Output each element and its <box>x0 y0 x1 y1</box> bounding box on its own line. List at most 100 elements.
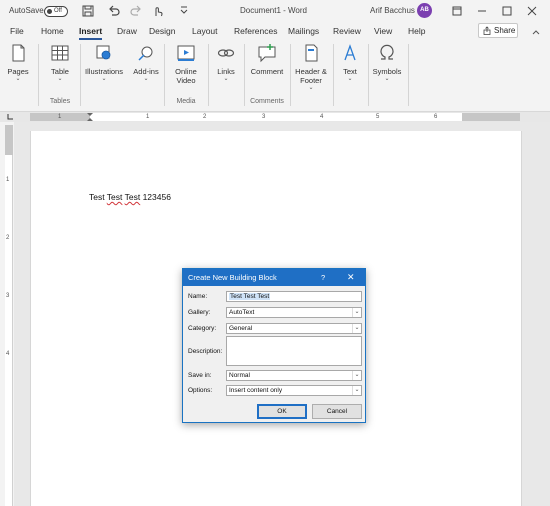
options-select[interactable]: Insert content only ⌄ <box>226 385 362 396</box>
gallery-value: AutoText <box>229 309 255 316</box>
comment-button[interactable]: Comment <box>248 42 286 98</box>
chevron-down-icon: ⌄ <box>352 371 361 380</box>
online-video-button[interactable]: Online Video <box>168 42 204 98</box>
user-name[interactable]: Arif Bacchus <box>370 0 415 22</box>
addins-icon <box>138 46 153 61</box>
tab-design[interactable]: Design <box>149 24 175 40</box>
header-footer-button[interactable]: Header & Footer ⌄ <box>293 42 329 98</box>
help-icon[interactable]: ? <box>321 269 325 286</box>
create-building-block-dialog: Create New Building Block ? ✕ Name: Test… <box>182 268 366 423</box>
ok-button[interactable]: OK <box>257 404 307 419</box>
redo-icon[interactable] <box>128 3 144 19</box>
tab-selector-icon[interactable] <box>6 113 14 121</box>
save-icon[interactable] <box>80 3 96 19</box>
dialog-title: Create New Building Block <box>188 273 277 282</box>
tab-layout[interactable]: Layout <box>192 24 218 40</box>
tab-view[interactable]: View <box>374 24 392 40</box>
table-dropdown-icon: ⌄ <box>57 76 63 82</box>
ribbon-separator <box>38 44 39 106</box>
header-footer-dropdown-icon: ⌄ <box>308 85 314 91</box>
chevron-down-icon: ⌄ <box>352 308 361 317</box>
tab-references[interactable]: References <box>234 24 277 40</box>
maximize-icon[interactable] <box>495 0 519 22</box>
savein-select[interactable]: Normal ⌄ <box>226 370 362 381</box>
tab-help[interactable]: Help <box>408 24 425 40</box>
customize-qat-icon[interactable] <box>176 3 192 19</box>
avatar[interactable]: AB <box>417 3 432 18</box>
share-button[interactable]: Share <box>478 23 518 38</box>
links-button[interactable]: Links ⌄ <box>212 42 240 98</box>
horizontal-ruler-row: 1 1 2 3 4 5 6 <box>0 112 550 122</box>
header-footer-label: Header & Footer <box>295 67 327 85</box>
tab-file[interactable]: File <box>10 24 24 40</box>
close-window-icon[interactable] <box>520 0 544 22</box>
ribbon: Pages ⌄ Table ⌄ Tables Illustrations ⌄ A… <box>0 40 550 112</box>
category-select[interactable]: General ⌄ <box>226 323 362 334</box>
tab-home[interactable]: Home <box>41 24 64 40</box>
ruler-number: 4 <box>320 114 324 120</box>
indent-marker-icon[interactable] <box>87 113 93 121</box>
ruler-right-margin <box>462 113 520 121</box>
tab-review[interactable]: Review <box>333 24 361 40</box>
close-icon[interactable]: ✕ <box>347 269 355 286</box>
cancel-button[interactable]: Cancel <box>312 404 362 419</box>
ribbon-separator <box>368 44 369 106</box>
group-label-comments: Comments <box>250 98 284 105</box>
dialog-title-bar[interactable]: Create New Building Block ? ✕ <box>183 269 365 286</box>
addins-button[interactable]: Add-ins ⌄ <box>132 42 160 98</box>
ruler-number: 1 <box>58 114 62 120</box>
addins-dropdown-icon: ⌄ <box>143 76 149 82</box>
ribbon-display-icon[interactable] <box>445 0 469 22</box>
ruler-number: 1 <box>6 177 10 183</box>
minimize-icon[interactable] <box>470 0 494 22</box>
text-icon <box>344 44 356 61</box>
tab-mailings[interactable]: Mailings <box>288 24 319 40</box>
header-footer-icon <box>305 44 318 62</box>
tab-insert[interactable]: Insert <box>79 24 103 40</box>
pages-button[interactable]: Pages ⌄ <box>4 42 32 98</box>
doc-word-spellcheck: Test <box>124 192 141 202</box>
name-label: Name: <box>188 293 208 300</box>
text-button[interactable]: Text ⌄ <box>336 42 364 98</box>
ruler-number: 4 <box>6 351 10 357</box>
illustrations-icon <box>96 45 111 60</box>
table-button[interactable]: Table ⌄ <box>45 42 75 98</box>
symbols-dropdown-icon: ⌄ <box>384 76 390 82</box>
doc-word-spellcheck: Test <box>106 192 123 202</box>
ruler-number: 5 <box>376 114 380 120</box>
online-video-label: Online Video <box>175 67 197 85</box>
text-dropdown-icon: ⌄ <box>347 76 353 82</box>
horizontal-ruler[interactable]: 1 1 2 3 4 5 6 <box>30 113 520 121</box>
tab-draw[interactable]: Draw <box>117 24 137 40</box>
document-text[interactable]: Test Test Test 123456 <box>89 192 171 202</box>
comment-icon <box>258 44 276 63</box>
description-field[interactable] <box>226 336 362 366</box>
ribbon-separator <box>408 44 409 106</box>
autosave-toggle[interactable]: Off <box>44 6 68 17</box>
gallery-select[interactable]: AutoText ⌄ <box>226 307 362 318</box>
pages-dropdown-icon: ⌄ <box>15 76 21 82</box>
title-bar: AutoSave Off Document1 - Word Arif Bacch… <box>0 0 550 22</box>
chevron-up-icon[interactable] <box>530 26 542 38</box>
illustrations-dropdown-icon: ⌄ <box>101 76 107 82</box>
vertical-ruler[interactable]: 1 2 3 4 <box>5 125 13 506</box>
chevron-down-icon: ⌄ <box>352 324 361 333</box>
link-icon <box>217 49 235 57</box>
links-dropdown-icon: ⌄ <box>223 76 229 82</box>
undo-icon[interactable] <box>106 3 122 19</box>
doc-word: 123456 <box>140 192 171 202</box>
category-value: General <box>229 325 253 332</box>
illustrations-button[interactable]: Illustrations ⌄ <box>83 42 125 98</box>
ribbon-separator <box>244 44 245 106</box>
autosave-state: Off <box>54 8 62 14</box>
name-field[interactable]: Test Test Test <box>226 291 362 302</box>
category-label: Category: <box>188 325 217 332</box>
options-value: Insert content only <box>229 387 283 394</box>
ruler-number: 1 <box>146 114 150 120</box>
menu-bar: File Home Insert Draw Design Layout Refe… <box>0 22 550 40</box>
touch-mode-icon[interactable] <box>150 3 166 19</box>
symbols-button[interactable]: Symbols ⌄ <box>371 42 403 98</box>
ribbon-separator <box>208 44 209 106</box>
share-icon <box>483 26 491 35</box>
share-label: Share <box>494 26 516 35</box>
